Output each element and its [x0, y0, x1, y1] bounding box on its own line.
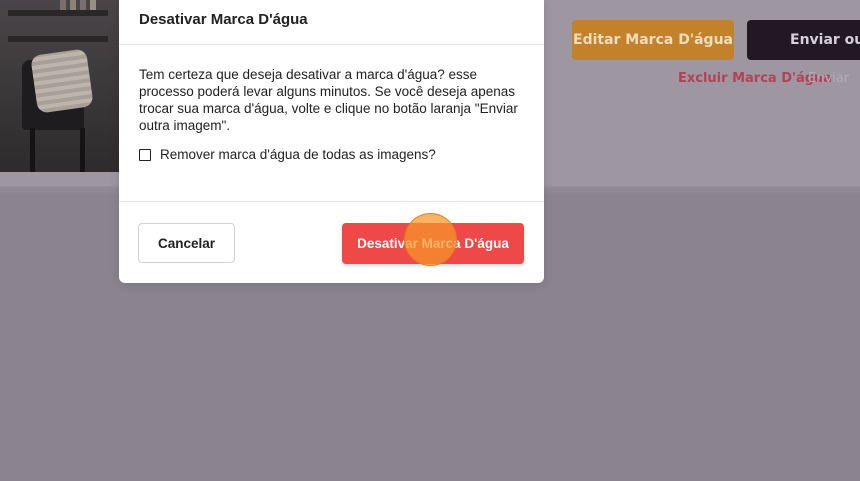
faded-link[interactable]: Enviar	[808, 71, 849, 86]
chair-leg-decoration	[30, 128, 35, 172]
shelf-decoration	[8, 36, 108, 42]
book-decoration	[60, 0, 66, 10]
book-decoration	[80, 0, 86, 10]
book-decoration	[90, 0, 96, 10]
dialog-title: Desativar Marca D'água	[139, 11, 308, 28]
remove-all-checkbox[interactable]	[139, 148, 151, 161]
chair-leg-decoration	[80, 128, 85, 172]
cancel-button[interactable]: Cancelar	[138, 223, 235, 263]
deactivate-watermark-button[interactable]: Desativar Marca D'água	[342, 223, 524, 264]
shelf-decoration	[8, 10, 108, 16]
pillow-decoration	[30, 48, 94, 114]
dialog-body: Tem certeza que deseja desativar a marca…	[119, 45, 544, 202]
edit-watermark-button[interactable]: Editar Marca D'água	[572, 20, 734, 60]
product-photo	[0, 0, 122, 172]
dialog-message: Tem certeza que deseja desativar a marca…	[139, 67, 518, 133]
send-another-button[interactable]: Enviar outra	[747, 20, 860, 60]
deactivate-watermark-dialog: Desativar Marca D'água Tem certeza que d…	[119, 0, 544, 283]
dialog-footer: Cancelar Desativar Marca D'água	[119, 202, 544, 282]
dialog-header: Desativar Marca D'água	[119, 0, 544, 45]
remove-all-checkbox-row[interactable]: Remover marca d'água de todas as imagens…	[139, 147, 524, 162]
remove-all-checkbox-label: Remover marca d'água de todas as imagens…	[160, 147, 436, 162]
book-decoration	[70, 0, 76, 10]
